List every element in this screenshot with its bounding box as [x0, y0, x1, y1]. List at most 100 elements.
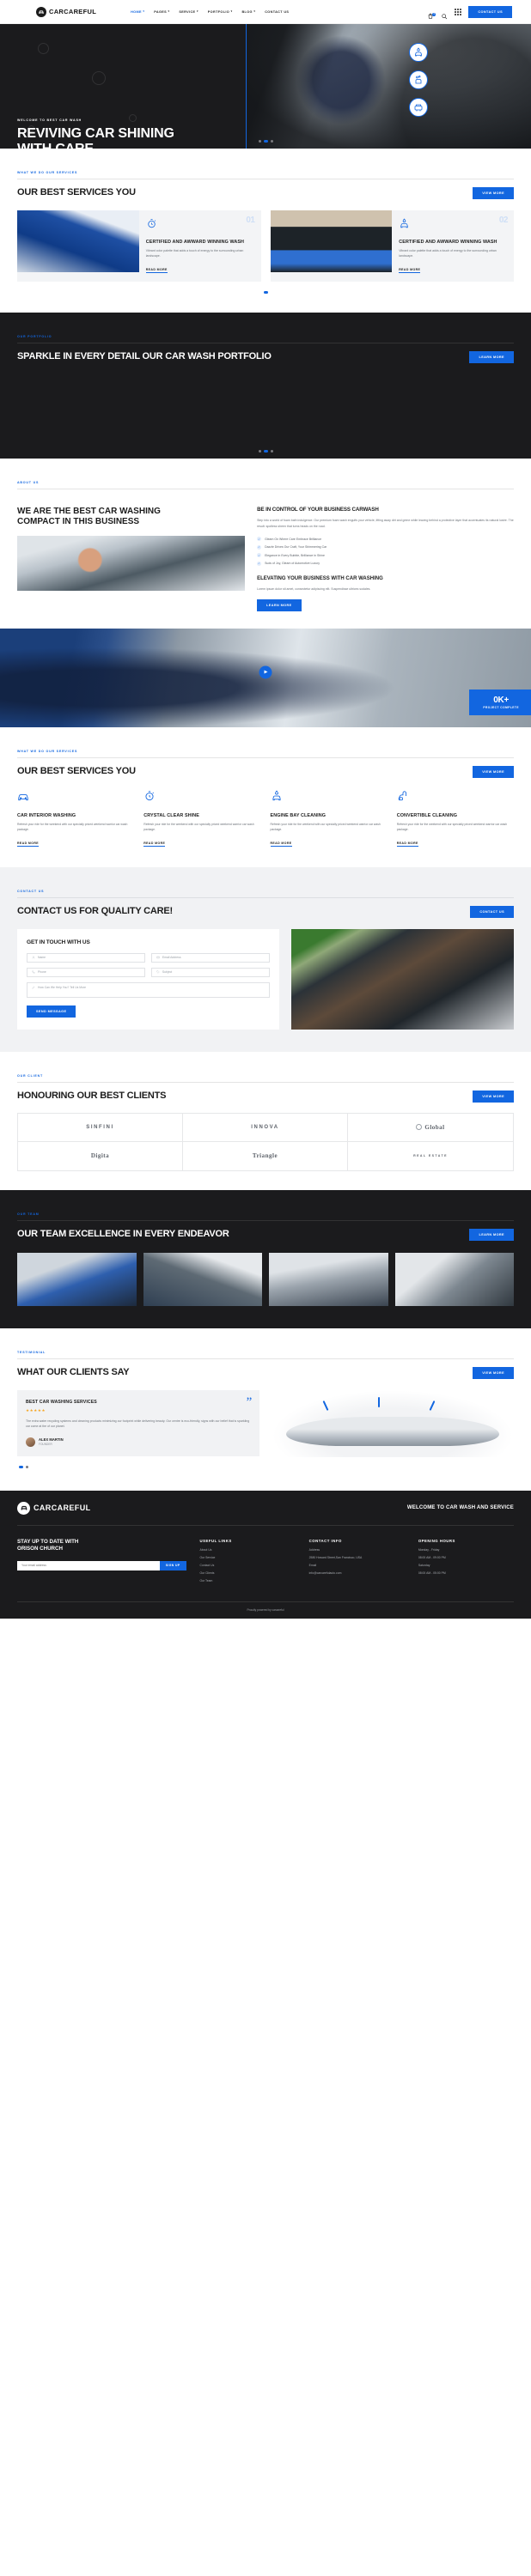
- client-logo[interactable]: Global: [348, 1114, 513, 1142]
- testimonial-view-more-button[interactable]: VIEW MORE: [473, 1366, 514, 1379]
- email-field[interactable]: Email Address: [150, 952, 270, 963]
- slider-dot[interactable]: [270, 450, 273, 453]
- nav-item-portfolio[interactable]: PORTFOLIO ▾: [208, 10, 233, 14]
- footer-brand[interactable]: CARCAREFUL: [17, 1501, 91, 1515]
- service-card-read-more[interactable]: READ MORE: [399, 268, 421, 274]
- nav-item-contact-us[interactable]: CONTACT US: [265, 10, 289, 14]
- section-title: OUR TEAM EXCELLENCE IN EVERY ENDEAVOR: [17, 1228, 229, 1239]
- service-item[interactable]: CRYSTAL CLEAR SHINE Refresh your ride fo…: [143, 790, 260, 848]
- subject-field[interactable]: Subject: [150, 967, 270, 977]
- slider-dot-active[interactable]: [19, 1465, 23, 1468]
- site-header: CARCAREFUL HOME ▾ PAGES ▾ SERVICE ▾ PORT…: [0, 0, 531, 24]
- slider-dot[interactable]: [258, 450, 261, 453]
- grid-menu-icon[interactable]: [455, 8, 462, 15]
- service-card[interactable]: 01 CERTIFIED AND AWWARD WINNING WASH Vib…: [17, 210, 261, 283]
- service-item-title: CRYSTAL CLEAR SHINE: [143, 813, 199, 819]
- testimonial-image: [272, 1389, 514, 1457]
- testimonial-section: TESTIMONIAL WHAT OUR CLIENTS SAY VIEW MO…: [0, 1328, 531, 1491]
- client-logo[interactable]: SINFINI: [18, 1113, 183, 1142]
- service-item[interactable]: ENGINE BAY CLEANING Refresh your ride fo…: [270, 790, 388, 848]
- client-logo[interactable]: Triangle: [183, 1141, 348, 1170]
- footer-hours-value: 08:00 AM - 05:00 PM: [418, 1571, 446, 1576]
- car-wash-icon: [271, 790, 283, 805]
- service-card-read-more[interactable]: READ MORE: [145, 268, 168, 274]
- client-logo[interactable]: REAL ESTATE: [348, 1142, 513, 1170]
- counter-label: PROJECT COMPLETE: [483, 706, 519, 710]
- message-field[interactable]: How Can We Help You? Tell Us More: [27, 981, 270, 998]
- list-item: ✓ Gleam On Where Care Embrace Brilliance: [257, 537, 322, 542]
- slider-dot[interactable]: [26, 1465, 28, 1468]
- check-icon: ✓: [257, 537, 262, 542]
- service-item[interactable]: CAR INTERIOR WASHING Refresh your ride f…: [17, 790, 134, 848]
- team-member-card[interactable]: [17, 1252, 137, 1306]
- section-title: SPARKLE IN EVERY DETAIL OUR CAR WASH POR…: [17, 351, 272, 362]
- play-button-icon[interactable]: [259, 665, 272, 679]
- service-card[interactable]: 02 CERTIFIED AND AWWARD WINNING WASH Vib…: [270, 210, 514, 283]
- service-card-body: 01 CERTIFIED AND AWWARD WINNING WASH Vib…: [139, 210, 261, 282]
- about-learn-more-button[interactable]: LEARN MORE: [257, 599, 302, 612]
- contact-section-button[interactable]: CONTACT US: [470, 905, 514, 918]
- service-item-read-more[interactable]: READ MORE: [143, 841, 166, 847]
- slider-dot-active[interactable]: [263, 450, 268, 453]
- team-learn-more-button[interactable]: LEARN MORE: [469, 1228, 514, 1241]
- nav-item-service[interactable]: SERVICE ▾: [179, 10, 198, 14]
- project-counter: 0K+ PROJECT COMPLETE: [469, 690, 531, 716]
- about-paragraph: Step into a world of foam bath indulgenc…: [257, 519, 514, 528]
- site-footer: CARCAREFUL WELCOME TO CAR WASH AND SERVI…: [0, 1490, 531, 1619]
- client-logo-label: INNOVA: [251, 1124, 279, 1130]
- phone-field[interactable]: Phone: [27, 967, 145, 977]
- header-contact-button[interactable]: CONTACT US: [468, 5, 512, 18]
- footer-link[interactable]: Contact Us: [200, 1564, 296, 1568]
- contact-form: GET IN TOUCH WITH US Name Email Address: [17, 928, 279, 1030]
- car-wash-icon[interactable]: [409, 43, 428, 62]
- slider-dot[interactable]: [270, 140, 273, 143]
- hero-title-line2: WITH CARE: [17, 142, 174, 149]
- newsletter-email-input[interactable]: [17, 1560, 160, 1571]
- service-card-body: 02 CERTIFIED AND AWWARD WINNING WASH Vib…: [392, 210, 514, 282]
- footer-link[interactable]: Our Clients: [200, 1571, 296, 1576]
- nav-item-blog[interactable]: BLOG ▾: [241, 10, 255, 14]
- nav-item-pages[interactable]: PAGES ▾: [154, 10, 169, 14]
- slider-dot[interactable]: [258, 140, 261, 143]
- footer-link[interactable]: Our Team: [200, 1579, 296, 1583]
- form-row: Phone Subject: [27, 967, 270, 977]
- footer-hours-label: Monday - Friday: [418, 1547, 440, 1552]
- services-grid-view-more-button[interactable]: VIEW MORE: [473, 766, 514, 779]
- services-view-more-button[interactable]: VIEW MORE: [473, 187, 514, 199]
- footer-link[interactable]: Our Service: [200, 1556, 296, 1560]
- slider-dot-active[interactable]: [263, 140, 268, 143]
- name-field[interactable]: Name: [27, 952, 145, 963]
- clients-view-more-button[interactable]: VIEW MORE: [473, 1090, 514, 1103]
- footer-contact-value[interactable]: info@carcarefulauto.com: [309, 1571, 405, 1576]
- service-item[interactable]: CONVERTIBLE CLEANING Refresh your ride f…: [396, 790, 514, 848]
- brand-logo[interactable]: CARCAREFUL: [36, 6, 96, 17]
- service-item-read-more[interactable]: READ MORE: [270, 841, 292, 847]
- slider-dot-active[interactable]: [263, 291, 268, 295]
- chevron-down-icon: ▾: [253, 9, 256, 13]
- service-card-number: 01: [246, 216, 255, 225]
- service-item-read-more[interactable]: READ MORE: [396, 841, 418, 847]
- foam-hand-icon[interactable]: [409, 70, 428, 89]
- team-member-card[interactable]: [394, 1252, 514, 1306]
- team-member-card[interactable]: [143, 1252, 262, 1306]
- team-member-card[interactable]: [269, 1252, 388, 1306]
- portfolio-learn-more-button[interactable]: LEARN MORE: [469, 351, 514, 364]
- nav-item-home[interactable]: HOME ▾: [131, 10, 144, 14]
- cart-icon[interactable]: 0: [427, 9, 436, 19]
- client-logo-label: Digita: [90, 1152, 110, 1160]
- footer-link[interactable]: About Us: [200, 1548, 296, 1552]
- car-logo-icon: [36, 6, 46, 17]
- about-subheading: BE IN CONTROL OF YOUR BUSINESS CARWASH: [257, 507, 379, 513]
- client-logo[interactable]: Digita: [18, 1141, 183, 1170]
- check-icon: ✓: [257, 561, 262, 566]
- newsletter-title-line1: STAY UP TO DATE WITH: [17, 1538, 79, 1545]
- search-icon[interactable]: [441, 9, 448, 19]
- service-item-read-more[interactable]: READ MORE: [17, 841, 39, 847]
- client-logo[interactable]: INNOVA: [183, 1113, 348, 1142]
- section-title: WHAT OUR CLIENTS SAY: [17, 1366, 130, 1377]
- service-item-desc: Refresh your ride for the weekend with o…: [17, 823, 128, 832]
- car-care-icon[interactable]: [409, 98, 428, 117]
- spray-icon: [378, 1396, 381, 1407]
- newsletter-signup-button[interactable]: SIGN UP: [159, 1560, 186, 1571]
- send-message-button[interactable]: SEND MESSAGE: [27, 1005, 76, 1018]
